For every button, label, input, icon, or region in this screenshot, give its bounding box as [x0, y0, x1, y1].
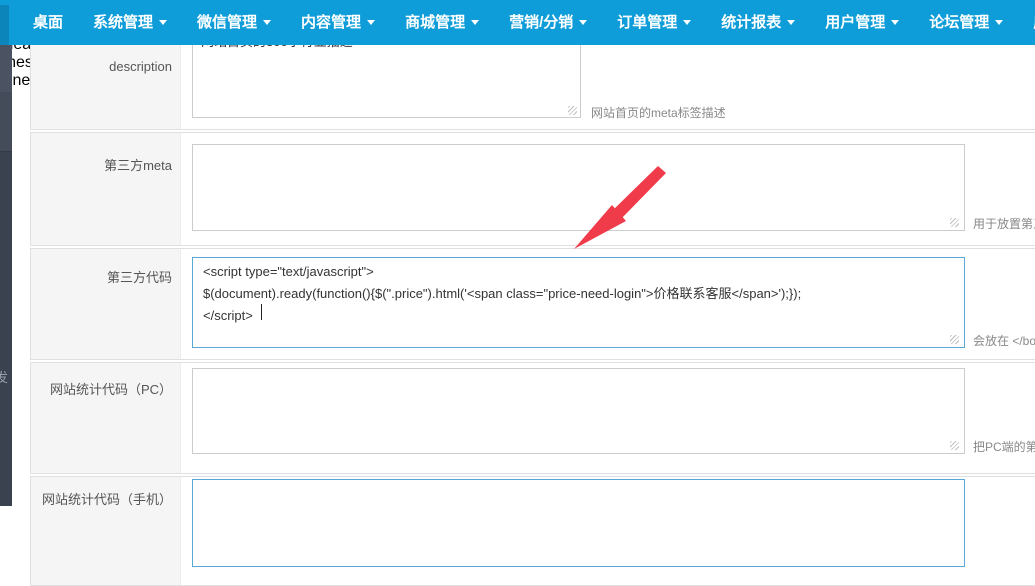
- field-label: 网站统计代码（手机）: [31, 477, 181, 585]
- chevron-down-icon: [579, 20, 587, 29]
- nav-item-label: 内容管理: [301, 0, 361, 45]
- form-row: 网站统计代码（手机）: [30, 476, 1035, 586]
- nav-item-label: 桌面: [33, 0, 63, 45]
- sidebar-section-mid: [0, 92, 12, 152]
- nav-item-label: 商城管理: [405, 0, 465, 45]
- chevron-down-icon: [263, 20, 271, 29]
- resize-grip[interactable]: [950, 335, 959, 344]
- field-hint: 用于放置第三: [973, 215, 1035, 232]
- sidebar-clipped-menu-text: 发: [0, 367, 8, 386]
- top-navbar: 桌面 系统管理 微信管理 内容管理 商城管理 营销/分销 订单管理 统计报表 用…: [0, 0, 1035, 45]
- nav-item-plugins[interactable]: 应用插件: [1018, 0, 1035, 45]
- nav-item-wechat[interactable]: 微信管理: [182, 0, 286, 45]
- form-row: 第三方代码 <script type="text/javascript"> $(…: [30, 248, 1035, 360]
- field-label: 网站统计代码（PC）: [31, 363, 181, 473]
- nav-item-mall[interactable]: 商城管理: [390, 0, 494, 45]
- nav-item-reports[interactable]: 统计报表: [706, 0, 810, 45]
- nav-item-forum[interactable]: 论坛管理: [914, 0, 1018, 45]
- nav-item-label: 微信管理: [197, 0, 257, 45]
- red-arrow-annotation: [560, 163, 685, 258]
- nav-item-label: 用户管理: [825, 0, 885, 45]
- nav-item-orders[interactable]: 订单管理: [602, 0, 706, 45]
- nav-item-marketing[interactable]: 营销/分销: [494, 0, 602, 45]
- nav-item-label: 论坛管理: [929, 0, 989, 45]
- third-party-code-textarea[interactable]: <script type="text/javascript"> $(docume…: [192, 257, 965, 348]
- nav-item-label: 营销/分销: [509, 0, 573, 45]
- chevron-down-icon: [995, 20, 1003, 29]
- nav-item-label: 订单管理: [617, 0, 677, 45]
- chevron-down-icon: [683, 20, 691, 29]
- resize-grip[interactable]: [950, 441, 959, 450]
- nav-item-users[interactable]: 用户管理: [810, 0, 914, 45]
- field-hint: 会放在 </bo: [973, 332, 1035, 349]
- stats-code-mobile-textarea[interactable]: [192, 479, 965, 567]
- sidebar-section-top: [0, 45, 12, 92]
- collapsed-sidebar[interactable]: 发: [0, 45, 12, 506]
- chevron-down-icon: [471, 20, 479, 29]
- chevron-down-icon: [891, 20, 899, 29]
- nav-item-label: 统计报表: [721, 0, 781, 45]
- field-label: 第三方meta: [31, 133, 181, 245]
- field-label: 第三方代码: [31, 249, 181, 359]
- nav-item-system[interactable]: 系统管理: [78, 0, 182, 45]
- nav-item-desktop[interactable]: 桌面: [18, 0, 78, 45]
- chevron-down-icon: [159, 20, 167, 29]
- chevron-down-icon: [787, 20, 795, 29]
- nav-item-label: 系统管理: [93, 0, 153, 45]
- resize-grip[interactable]: [568, 106, 577, 115]
- chevron-down-icon: [367, 20, 375, 29]
- text-cursor: [261, 304, 262, 320]
- nav-item-content[interactable]: 内容管理: [286, 0, 390, 45]
- navbar-corner-block: [0, 5, 9, 45]
- form-row: 网站统计代码（PC） 把PC端的第: [30, 362, 1035, 474]
- form-row: 第三方meta 用于放置第三: [30, 132, 1035, 246]
- field-hint: 网站首页的meta标签描述: [591, 104, 726, 121]
- field-hint: 把PC端的第: [973, 438, 1035, 455]
- resize-grip[interactable]: [950, 218, 959, 227]
- stats-code-pc-textarea[interactable]: [192, 368, 965, 454]
